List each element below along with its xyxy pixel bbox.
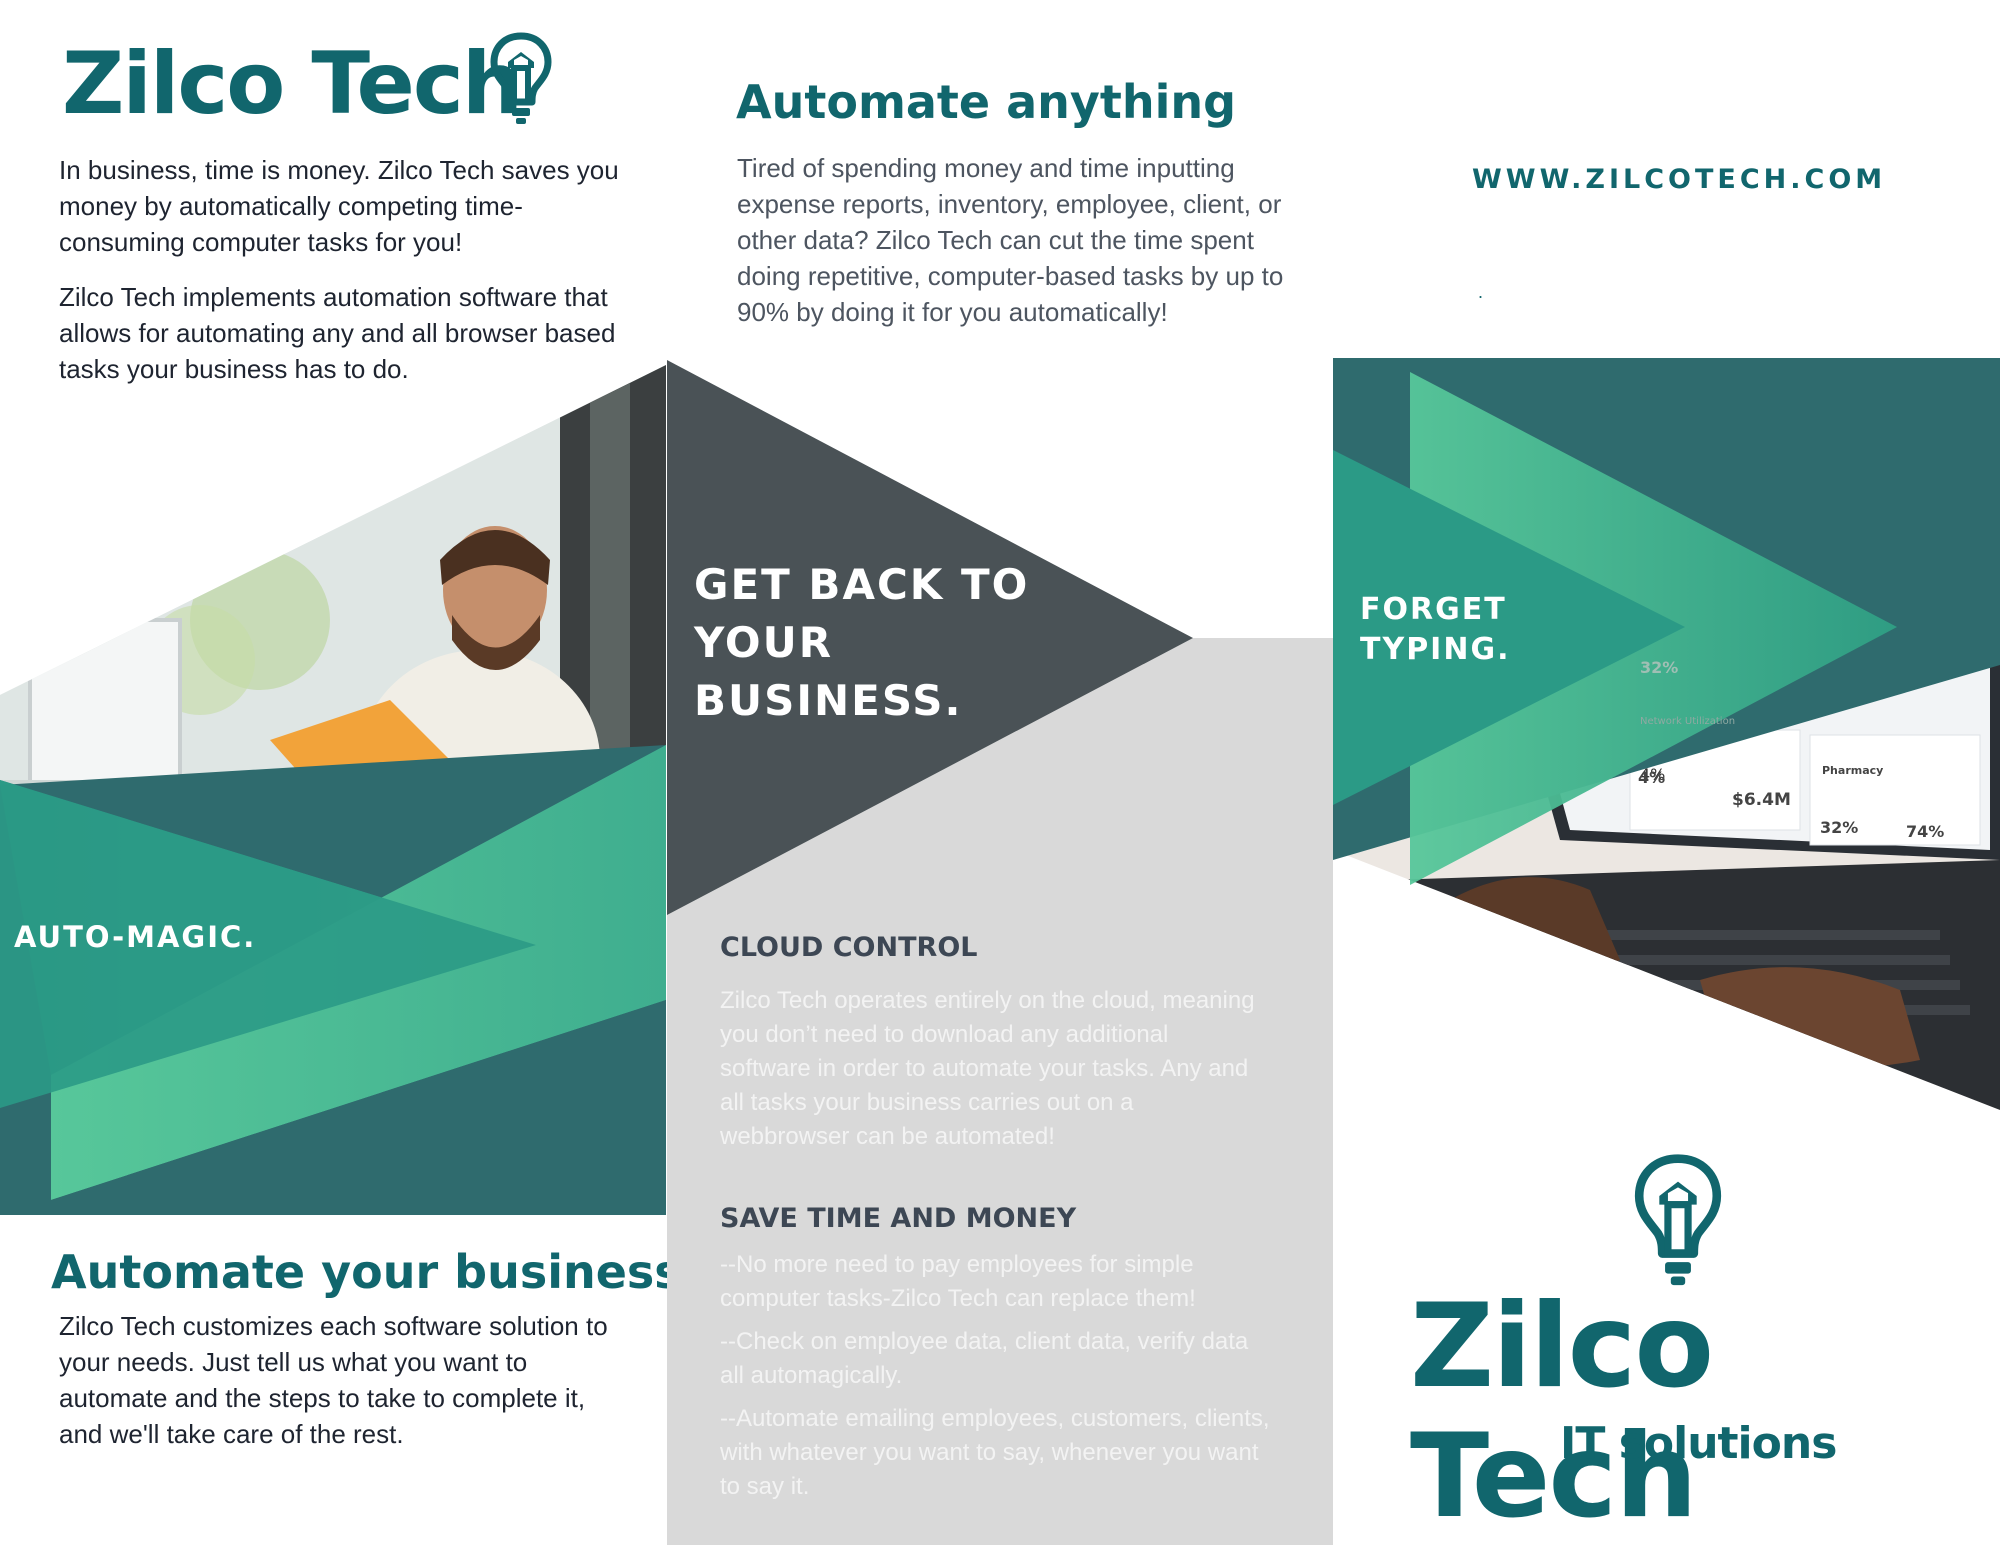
laptop-label-1: Network Utilization <box>1640 716 1736 727</box>
laptop-stat-2: 4% <box>1638 768 1666 787</box>
laptop-label-2: Pharmacy <box>1822 764 1884 777</box>
banner-forget-line-2: TYPING. <box>1360 632 1511 667</box>
save-item-3: --Automate emailing employees, customers… <box>720 1405 1270 1500</box>
section-title-automate-anything: Automate anything <box>736 75 1237 129</box>
brand-tagline: IT solutions <box>1560 1418 1837 1469</box>
laptop-stat-4: 32% <box>1820 818 1859 837</box>
dot-marker: . <box>1478 282 1484 302</box>
brand-title-top: Zilco Tech <box>62 34 523 134</box>
cloud-control-heading: CLOUD CONTROL <box>720 932 978 963</box>
cloud-control-body: Zilco Tech operates entirely on the clou… <box>720 987 1255 1150</box>
save-item-2: --Check on employee data, client data, v… <box>720 1328 1249 1389</box>
banner-auto-magic: AUTO-MAGIC. <box>14 920 257 954</box>
lightbulb-icon <box>490 32 552 124</box>
section-body-automate-anything: Tired of spending money and time inputti… <box>737 153 1284 327</box>
website-link[interactable]: WWW.ZILCOTECH.COM <box>1472 164 1886 195</box>
banner-get-back-line-3: BUSINESS. <box>694 676 963 725</box>
laptop-stat-3: $6.4M <box>1732 790 1791 810</box>
hero-graphic-left <box>0 365 666 1215</box>
banner-forget-line-1: FORGET <box>1360 592 1507 627</box>
save-item-1: --No more need to pay employees for simp… <box>720 1251 1196 1312</box>
section-title-automate-business: Automate your business <box>51 1245 682 1299</box>
section-body-automate-business: Zilco Tech customizes each software solu… <box>59 1311 608 1449</box>
brand-title-bottom: Zilco Tech <box>1410 1279 1714 1544</box>
save-time-heading: SAVE TIME AND MONEY <box>720 1203 1077 1234</box>
banner-get-back-line-2: YOUR <box>694 618 834 667</box>
laptop-stat-5: 74% <box>1906 822 1945 841</box>
hero-graphic-right: 4% <box>1333 358 2000 1110</box>
laptop-stat-1: 32% <box>1640 658 1679 677</box>
intro-paragraph-1: In business, time is money. Zilco Tech s… <box>59 155 619 257</box>
lightbulb-icon <box>1634 1154 1722 1286</box>
banner-get-back-line-1: GET BACK TO <box>694 560 1030 609</box>
